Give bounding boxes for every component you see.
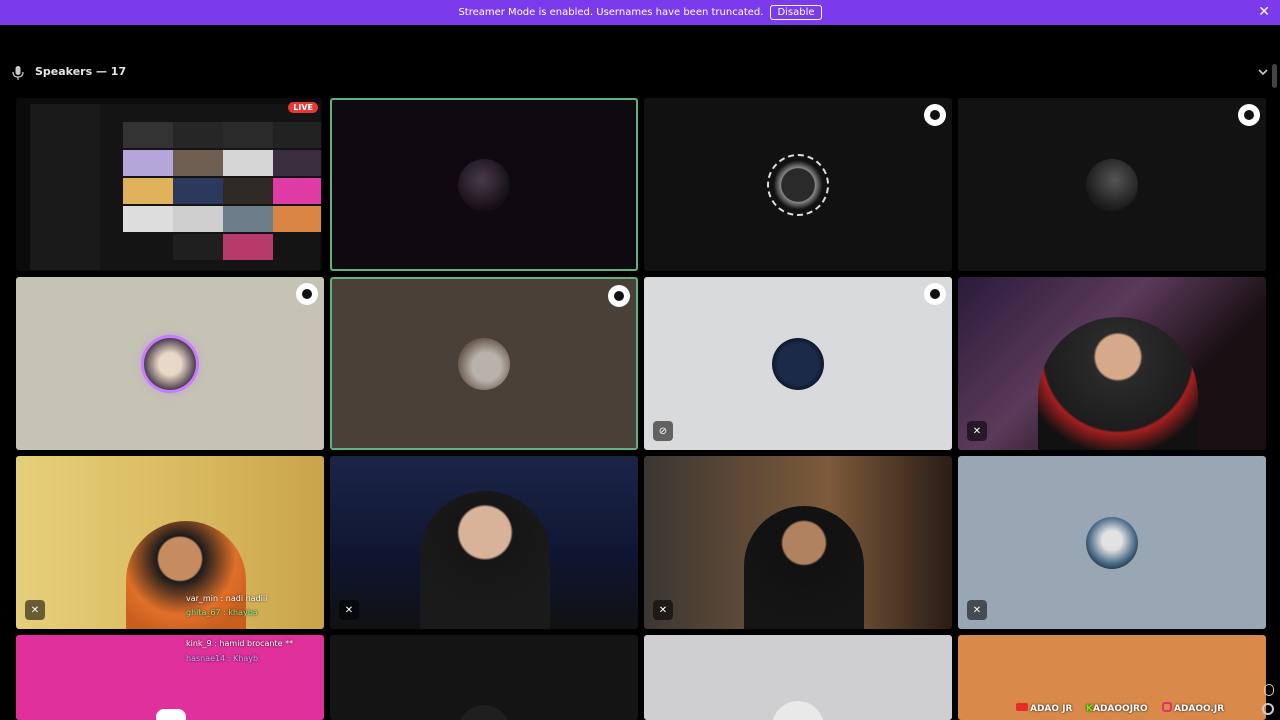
avatar <box>458 337 510 390</box>
speaker-tile-4[interactable] <box>958 98 1266 271</box>
avatar <box>772 701 824 720</box>
chat-message: var_min : nadi nadiii <box>186 594 268 603</box>
instagram-icon <box>1162 702 1172 712</box>
speakers-title: Speakers — 17 <box>35 65 127 78</box>
live-badge: LIVE <box>288 102 318 113</box>
mic-muted-icon: ✕ <box>339 600 359 620</box>
mic-muted-icon: ✕ <box>653 600 673 620</box>
microphone-icon <box>12 66 24 80</box>
settings-icon[interactable] <box>1262 703 1274 715</box>
stream-tile-screen-share[interactable]: LIVE <box>16 98 322 271</box>
speaker-tile-3[interactable] <box>644 98 952 271</box>
speaker-tile-8-video[interactable]: ✕ <box>958 277 1266 450</box>
kick-icon: K <box>1086 704 1093 714</box>
speaker-tile-10-video[interactable]: ✕ <box>330 456 638 629</box>
chat-message: ghita_67 : khayba <box>186 608 258 617</box>
stream-badge-icon <box>608 285 630 307</box>
scrollbar[interactable] <box>1270 64 1278 694</box>
video-person <box>744 506 864 629</box>
close-icon[interactable]: ✕ <box>1258 4 1270 20</box>
avatar <box>144 337 196 390</box>
screen-share-preview <box>30 104 321 270</box>
kick-handle: KADAOOJRO <box>1086 704 1148 714</box>
mic-toggle-icon[interactable] <box>1264 684 1274 696</box>
avatar <box>458 705 510 720</box>
stream-badge-icon <box>296 283 318 305</box>
mic-muted-icon: ✕ <box>967 600 987 620</box>
disable-button[interactable]: Disable <box>770 5 822 20</box>
stream-badge-icon <box>924 283 946 305</box>
mic-muted-icon: ✕ <box>967 421 987 441</box>
discord-logo-icon <box>156 709 186 720</box>
streamer-mode-banner: Streamer Mode is enabled. Usernames have… <box>0 0 1280 25</box>
speaker-tile-2[interactable] <box>330 98 638 271</box>
youtube-handle: ADAO JR <box>1016 703 1072 714</box>
speaker-tile-14[interactable] <box>330 635 638 720</box>
camera-off-icon: ⊘ <box>653 421 673 441</box>
avatar <box>1086 158 1138 211</box>
video-person <box>420 491 550 629</box>
chat-message: kink_9 : hamid brocante ** <box>186 639 294 648</box>
youtube-icon <box>1016 703 1028 711</box>
stream-badge-icon <box>924 104 946 126</box>
banner-message: Streamer Mode is enabled. Usernames have… <box>458 7 764 18</box>
speaker-tile-12[interactable]: ✕ <box>958 456 1266 629</box>
video-person <box>1038 317 1198 450</box>
speakers-header[interactable]: Speakers — 17 <box>0 60 1280 86</box>
avatar <box>767 153 829 216</box>
mic-muted-icon: ✕ <box>25 600 45 620</box>
avatar <box>458 158 510 211</box>
stream-badge-icon <box>1238 104 1260 126</box>
chevron-down-icon[interactable] <box>1256 65 1270 79</box>
speaker-tile-9-video[interactable]: var_min : nadi nadiii ghita_67 : khayba … <box>16 456 324 629</box>
avatar <box>1086 516 1138 569</box>
speaker-tile-7[interactable]: ⊘ <box>644 277 952 450</box>
speaker-tile-15[interactable] <box>644 635 952 720</box>
speaker-tile-11-video[interactable]: ✕ <box>644 456 952 629</box>
avatar <box>772 337 824 390</box>
speaker-tile-6[interactable] <box>330 277 638 450</box>
speaker-tile-5[interactable] <box>16 277 324 450</box>
chat-message: hasnae14 : Khayb <box>186 654 259 663</box>
instagram-handle: ADAOO.JR <box>1162 702 1224 714</box>
scrollbar-thumb[interactable] <box>1272 64 1277 88</box>
